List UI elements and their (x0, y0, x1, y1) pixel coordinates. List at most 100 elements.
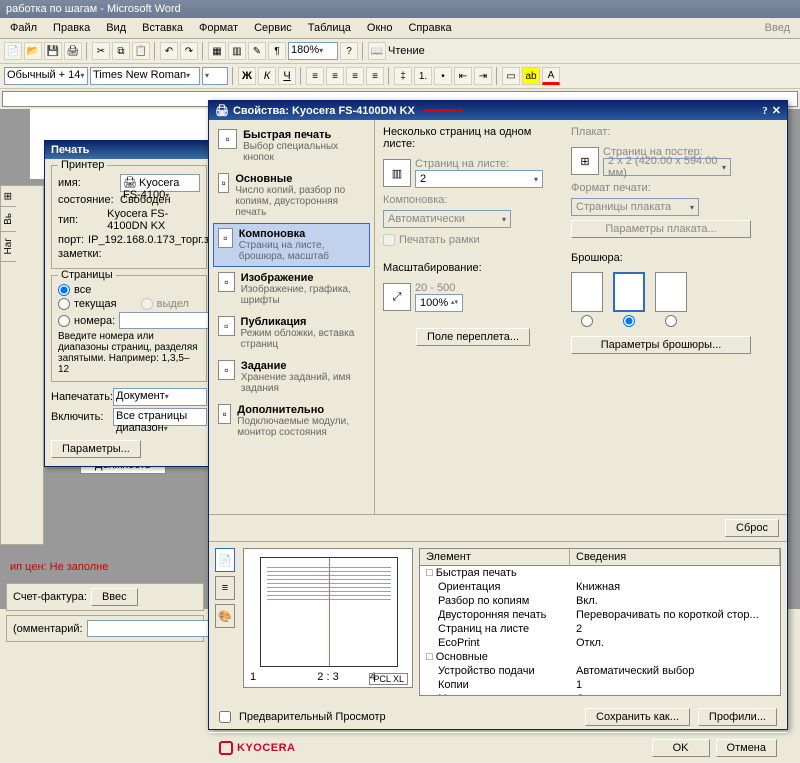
info-key: Ориентация (420, 580, 570, 594)
preview-tab-page[interactable]: 📄 (215, 548, 235, 572)
category-задание[interactable]: ▫ЗаданиеХранение заданий, имя задания (213, 355, 370, 399)
menu-edit[interactable]: Правка (47, 20, 96, 36)
align-justify-icon[interactable]: ≡ (366, 67, 384, 85)
menu-view[interactable]: Вид (100, 20, 132, 36)
booklet-radio-2[interactable] (623, 315, 635, 327)
preview-tab-text[interactable]: ≡ (215, 576, 235, 600)
font-color-icon[interactable]: A (542, 67, 560, 85)
booklet-radio-1[interactable] (581, 315, 593, 327)
preview-checkbox[interactable] (219, 711, 231, 723)
style-select[interactable]: Обычный + 14 (4, 67, 88, 85)
undo-icon[interactable]: ↶ (160, 42, 178, 60)
read-mode-icon[interactable]: 📖 (368, 42, 386, 60)
help-icon[interactable]: ? (340, 42, 358, 60)
category-дополнительно[interactable]: ▫ДополнительноПодключаемые модули, монит… (213, 399, 370, 443)
bullets-icon[interactable]: • (434, 67, 452, 85)
preview-image: 1 2 : 3 4 PCL XL (243, 548, 413, 688)
redo-icon[interactable]: ↷ (180, 42, 198, 60)
kyocera-icon (219, 741, 233, 755)
menu-insert[interactable]: Вставка (136, 20, 189, 36)
align-center-icon[interactable]: ≡ (326, 67, 344, 85)
reset-button[interactable]: Сброс (725, 519, 779, 537)
bold-icon[interactable]: Ж (238, 67, 256, 85)
printer-state-label: состояние: (58, 194, 116, 206)
booklet-opt-3[interactable] (655, 272, 687, 312)
borders-icon[interactable]: ▭ (502, 67, 520, 85)
map-icon[interactable]: ¶ (268, 42, 286, 60)
menu-table[interactable]: Таблица (302, 20, 357, 36)
pages-hint: Введите номера или диапазоны страниц, ра… (58, 331, 200, 375)
category-list: ▫Быстрая печатьВыбор специальных кнопок▫… (209, 120, 375, 514)
copy-icon[interactable]: ⧉ (112, 42, 130, 60)
profiles-button[interactable]: Профили... (698, 708, 777, 726)
print-what-select[interactable]: Документ (113, 388, 207, 406)
menu-window[interactable]: Окно (361, 20, 399, 36)
paste-icon[interactable]: 📋 (132, 42, 150, 60)
category-компоновка[interactable]: ▫КомпоновкаСтраниц на листе, брошюра, ма… (213, 223, 370, 267)
table-icon[interactable]: ▦ (208, 42, 226, 60)
font-select[interactable]: Times New Roman (90, 67, 200, 85)
category-изображение[interactable]: ▫ИзображениеИзображение, графика, шрифты (213, 267, 370, 311)
category-публикация[interactable]: ▫ПубликацияРежим обложки, вставка страни… (213, 311, 370, 355)
print-params-button[interactable]: Параметры... (51, 440, 141, 458)
include-select[interactable]: Все страницы диапазон (113, 408, 207, 426)
close-icon[interactable]: ✕ (772, 104, 781, 117)
menu-help[interactable]: Справка (402, 20, 457, 36)
print-frames-checkbox (383, 234, 395, 246)
highlight-icon[interactable]: ab (522, 67, 540, 85)
info-value: 2 (570, 622, 780, 636)
category-быстрая-печать[interactable]: ▫Быстрая печатьВыбор специальных кнопок (213, 124, 370, 168)
menu-file[interactable]: Файл (4, 20, 43, 36)
binding-button[interactable]: Поле переплета... (416, 328, 530, 346)
save-as-button[interactable]: Сохранить как... (585, 708, 690, 726)
menu-format[interactable]: Формат (193, 20, 244, 36)
scale-input[interactable]: 100% (415, 294, 463, 312)
print-dialog-title: Печать (45, 141, 213, 159)
align-left-icon[interactable]: ≡ (306, 67, 324, 85)
menu-tools[interactable]: Сервис (248, 20, 298, 36)
ok-button[interactable]: OK (652, 739, 710, 757)
category-icon: ▫ (218, 360, 235, 380)
info-header-value[interactable]: Сведения (570, 549, 780, 565)
info-table[interactable]: Элемент Сведения Быстрая печатьОриентаци… (419, 548, 781, 696)
zoom-select[interactable]: 180% (288, 42, 338, 60)
cut-icon[interactable]: ✂ (92, 42, 110, 60)
outdent-icon[interactable]: ⇤ (454, 67, 472, 85)
italic-icon[interactable]: К (258, 67, 276, 85)
new-doc-icon[interactable]: 📄 (4, 42, 22, 60)
columns-icon[interactable]: ▥ (228, 42, 246, 60)
align-right-icon[interactable]: ≡ (346, 67, 364, 85)
size-select[interactable] (202, 67, 228, 85)
invoice-enter-button[interactable]: Ввес (91, 588, 138, 606)
side-tab-3[interactable]: Наг (1, 232, 16, 261)
pages-all-radio[interactable] (58, 284, 70, 296)
info-group[interactable]: Основные (420, 650, 570, 664)
help-button-icon[interactable]: ? (762, 105, 768, 117)
indent-icon[interactable]: ⇥ (474, 67, 492, 85)
printer-legend: Принтер (58, 159, 107, 171)
side-tab-1[interactable]: ⊞ (1, 186, 16, 207)
open-icon[interactable]: 📂 (24, 42, 42, 60)
save-icon[interactable]: 💾 (44, 42, 62, 60)
read-label[interactable]: Чтение (388, 45, 425, 57)
line-spacing-icon[interactable]: ‡ (394, 67, 412, 85)
booklet-opt-2[interactable] (613, 272, 645, 312)
booklet-params-button[interactable]: Параметры брошюры... (571, 336, 751, 354)
pages-current-radio[interactable] (58, 298, 70, 310)
category-основные[interactable]: ▫ОсновныеЧисло копий, разбор по копиям, … (213, 168, 370, 223)
booklet-opt-1[interactable] (571, 272, 603, 312)
numbering-icon[interactable]: 1. (414, 67, 432, 85)
underline-icon[interactable]: Ч (278, 67, 296, 85)
help-search-hint[interactable]: Введ (759, 20, 796, 36)
side-tab-2[interactable]: Вь (1, 207, 16, 232)
printer-name-select[interactable]: 🖨Kyocera FS-4100 (120, 174, 200, 192)
drawing-icon[interactable]: ✎ (248, 42, 266, 60)
cancel-button[interactable]: Отмена (716, 739, 777, 757)
info-group[interactable]: Быстрая печать (420, 566, 570, 580)
booklet-radio-3[interactable] (665, 315, 677, 327)
preview-tab-color[interactable]: 🎨 (215, 604, 235, 628)
info-header-element[interactable]: Элемент (420, 549, 570, 565)
print-icon[interactable]: 🖨 (64, 42, 82, 60)
pages-numbers-radio[interactable] (58, 315, 70, 327)
pages-per-sheet-select[interactable]: 2 (415, 170, 543, 188)
